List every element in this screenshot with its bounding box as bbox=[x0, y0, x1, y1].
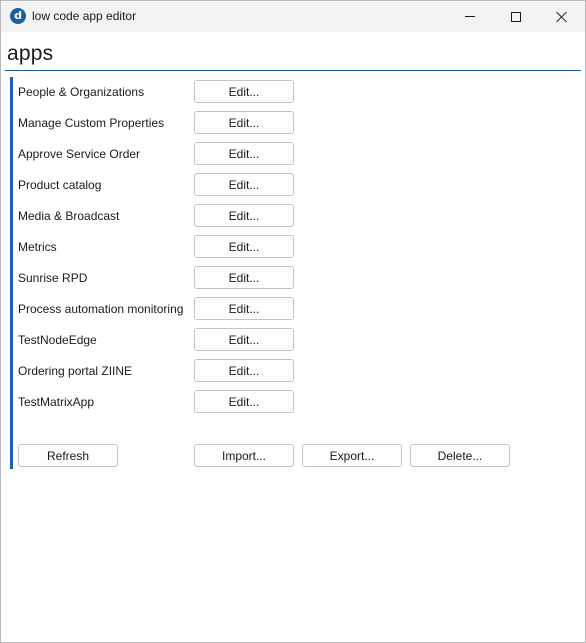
list-item: Media & Broadcast Edit... bbox=[10, 204, 570, 228]
list-item: TestNodeEdge Edit... bbox=[10, 328, 570, 352]
list-item: Product catalog Edit... bbox=[10, 173, 570, 197]
minimize-icon bbox=[465, 16, 475, 17]
edit-button[interactable]: Edit... bbox=[194, 204, 294, 227]
maximize-icon bbox=[511, 11, 521, 22]
edit-button[interactable]: Edit... bbox=[194, 328, 294, 351]
app-editor-window: d low code app editor apps People & Orga… bbox=[0, 0, 586, 643]
minimize-button[interactable] bbox=[447, 1, 493, 32]
list-item: Approve Service Order Edit... bbox=[10, 142, 570, 166]
edit-button[interactable]: Edit... bbox=[194, 297, 294, 320]
list-item: Ordering portal ZIINE Edit... bbox=[10, 359, 570, 383]
page-title: apps bbox=[7, 42, 54, 65]
title-bar[interactable]: d low code app editor bbox=[1, 1, 585, 32]
edit-button[interactable]: Edit... bbox=[194, 173, 294, 196]
app-name: Manage Custom Properties bbox=[18, 116, 165, 130]
page-header: apps bbox=[1, 32, 585, 72]
list-item: People & Organizations Edit... bbox=[10, 80, 570, 104]
refresh-button[interactable]: Refresh bbox=[18, 444, 118, 467]
app-name: Approve Service Order bbox=[18, 147, 141, 161]
header-divider bbox=[5, 70, 581, 71]
import-button[interactable]: Import... bbox=[194, 444, 294, 467]
list-item: TestMatrixApp Edit... bbox=[10, 390, 570, 414]
window-title: low code app editor bbox=[32, 9, 137, 23]
edit-button[interactable]: Edit... bbox=[194, 111, 294, 134]
list-item: Metrics Edit... bbox=[10, 235, 570, 259]
list-item: Sunrise RPD Edit... bbox=[10, 266, 570, 290]
edit-button[interactable]: Edit... bbox=[194, 390, 294, 413]
app-name: Product catalog bbox=[18, 178, 102, 192]
close-icon bbox=[556, 11, 568, 23]
app-name: TestNodeEdge bbox=[18, 333, 97, 347]
app-name: Process automation monitoring bbox=[18, 302, 184, 316]
edit-button[interactable]: Edit... bbox=[194, 266, 294, 289]
edit-button[interactable]: Edit... bbox=[194, 235, 294, 258]
edit-button[interactable]: Edit... bbox=[194, 80, 294, 103]
apps-panel: People & Organizations Edit... Manage Cu… bbox=[10, 77, 570, 469]
app-name: Metrics bbox=[18, 240, 57, 254]
maximize-button[interactable] bbox=[493, 1, 539, 32]
app-name: TestMatrixApp bbox=[18, 395, 95, 409]
list-item: Process automation monitoring Edit... bbox=[10, 297, 570, 321]
export-button[interactable]: Export... bbox=[302, 444, 402, 467]
action-bar: Refresh Import... Export... Delete... bbox=[10, 444, 570, 467]
app-name: Sunrise RPD bbox=[18, 271, 88, 285]
edit-button[interactable]: Edit... bbox=[194, 142, 294, 165]
close-button[interactable] bbox=[539, 1, 585, 32]
app-name: Ordering portal ZIINE bbox=[18, 364, 133, 378]
list-item: Manage Custom Properties Edit... bbox=[10, 111, 570, 135]
app-logo-icon: d bbox=[10, 8, 26, 24]
app-name: Media & Broadcast bbox=[18, 209, 120, 223]
delete-button[interactable]: Delete... bbox=[410, 444, 510, 467]
app-name: People & Organizations bbox=[18, 85, 145, 99]
edit-button[interactable]: Edit... bbox=[194, 359, 294, 382]
